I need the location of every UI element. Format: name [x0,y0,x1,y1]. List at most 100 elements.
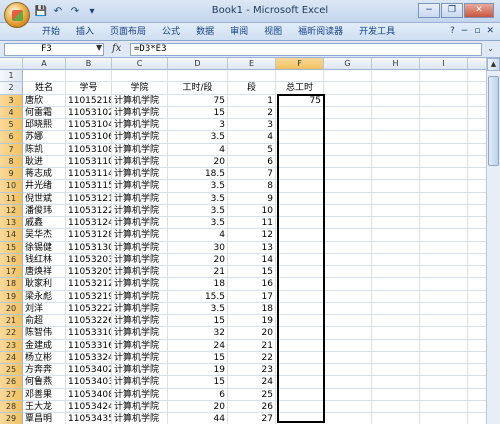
grid-cell-c13[interactable]: 计算机学院 [112,217,168,230]
grid-cell-f19[interactable] [276,290,324,303]
row-header[interactable]: 19 [0,290,23,303]
workbook-minimize-button[interactable]: − [461,26,469,36]
column-header-i[interactable]: I [420,58,468,70]
grid-cell-a19[interactable]: 梁永彪 [23,290,66,303]
tab-7[interactable]: 福昕阅读器 [290,26,351,39]
grid-cell-d2[interactable]: 工时/段 [168,82,228,95]
row-header[interactable]: 26 [0,376,23,389]
grid-cell-e29[interactable]: 27 [228,413,276,424]
grid-cell-i5[interactable] [420,119,468,132]
grid-cell-d24[interactable]: 15 [168,351,228,364]
row-header[interactable]: 28 [0,400,23,413]
formula-input[interactable]: =D3*E3 [130,43,482,56]
grid-cell-a27[interactable]: 邓善果 [23,388,66,401]
grid-cell-c29[interactable]: 计算机学院 [112,413,168,424]
grid-cell-g14[interactable] [324,229,372,242]
row-header[interactable]: 4 [0,106,23,119]
grid-cell-f7[interactable] [276,143,324,156]
grid-cell-a9[interactable]: 蒋志成 [23,168,66,181]
grid-cell-d8[interactable]: 20 [168,155,228,168]
grid-cell-f12[interactable] [276,204,324,217]
grid-cell-f9[interactable] [276,168,324,181]
grid-cell-d11[interactable]: 3.5 [168,192,228,205]
tab-3[interactable]: 公式 [154,26,188,39]
grid-cell-h14[interactable] [372,229,420,242]
grid-cell-c14[interactable]: 计算机学院 [112,229,168,242]
grid-cell-g4[interactable] [324,106,372,119]
grid-cell-g13[interactable] [324,217,372,230]
grid-cell-h6[interactable] [372,131,420,144]
grid-cell-a28[interactable]: 王大龙 [23,400,66,413]
grid-cell-f20[interactable] [276,302,324,315]
grid-cell-e7[interactable]: 5 [228,143,276,156]
grid-cell-i4[interactable] [420,106,468,119]
grid-cell-a12[interactable]: 潘俊玮 [23,204,66,217]
scroll-thumb[interactable] [488,76,499,166]
grid-cell-i17[interactable] [420,266,468,279]
grid-cell-i29[interactable] [420,413,468,424]
grid-cell-c4[interactable]: 计算机学院 [112,106,168,119]
grid-cell-g26[interactable] [324,376,372,389]
column-header-f[interactable]: F [276,58,324,70]
grid-cell-b22[interactable]: 11053310 [66,327,112,340]
grid-cell-i16[interactable] [420,253,468,266]
grid-cell-f6[interactable] [276,131,324,144]
grid-cell-h8[interactable] [372,155,420,168]
grid-cell-a13[interactable]: 戚鑫 [23,217,66,230]
grid-cell-a2[interactable]: 姓名 [23,82,66,95]
grid-cell-g28[interactable] [324,400,372,413]
grid-cell-g24[interactable] [324,351,372,364]
grid-cell-g17[interactable] [324,266,372,279]
grid-cell-c10[interactable]: 计算机学院 [112,180,168,193]
grid-cell-e27[interactable]: 25 [228,388,276,401]
grid-cell-a3[interactable]: 唐欣 [23,94,66,107]
grid-cell-b28[interactable]: 11053424 [66,400,112,413]
grid-cell-g3[interactable] [324,94,372,107]
row-header[interactable]: 1 [0,70,23,83]
grid-cell-c18[interactable]: 计算机学院 [112,278,168,291]
grid-cell-i7[interactable] [420,143,468,156]
grid-cell-e11[interactable]: 9 [228,192,276,205]
grid-cell-b27[interactable]: 11053408 [66,388,112,401]
grid-cell-e25[interactable]: 23 [228,364,276,377]
grid-cell-a17[interactable]: 唐焕祥 [23,266,66,279]
grid-cell-b12[interactable]: 11053122 [66,204,112,217]
grid-cell-b13[interactable]: 11053124 [66,217,112,230]
grid-cell-d18[interactable]: 18 [168,278,228,291]
grid-cell-b8[interactable]: 11053110 [66,155,112,168]
grid-cell-b6[interactable]: 11053106 [66,131,112,144]
grid-cell-c23[interactable]: 计算机学院 [112,339,168,352]
grid-cell-c28[interactable]: 计算机学院 [112,400,168,413]
grid-cell-g15[interactable] [324,241,372,254]
help-icon[interactable]: ? [450,26,455,36]
grid-cell-h2[interactable] [372,82,420,95]
grid-cell-a22[interactable]: 陈智伟 [23,327,66,340]
grid-cell-b29[interactable]: 11053435 [66,413,112,424]
grid-cell-f23[interactable] [276,339,324,352]
grid-cell-i9[interactable] [420,168,468,181]
grid-cell-h18[interactable] [372,278,420,291]
grid-cell-e12[interactable]: 10 [228,204,276,217]
row-header[interactable]: 10 [0,180,23,193]
grid-cell-d21[interactable]: 15 [168,315,228,328]
column-header-e[interactable]: E [228,58,276,70]
grid-cell-c20[interactable]: 计算机学院 [112,302,168,315]
grid-cell-h15[interactable] [372,241,420,254]
grid-cell-c5[interactable]: 计算机学院 [112,119,168,132]
row-header[interactable]: 15 [0,241,23,254]
undo-icon[interactable]: ↶ [51,5,65,19]
grid-cell-c16[interactable]: 计算机学院 [112,253,168,266]
grid-cell-a4[interactable]: 何雷霜 [23,106,66,119]
grid-cell-g8[interactable] [324,155,372,168]
grid-cell-g18[interactable] [324,278,372,291]
grid-cell-h11[interactable] [372,192,420,205]
grid-cell-f11[interactable] [276,192,324,205]
grid-cell-c6[interactable]: 计算机学院 [112,131,168,144]
grid-cell-d6[interactable]: 3.5 [168,131,228,144]
grid-cell-b26[interactable]: 11053403 [66,376,112,389]
grid-cell-f13[interactable] [276,217,324,230]
grid-cell-c8[interactable]: 计算机学院 [112,155,168,168]
chevron-down-icon[interactable]: ▼ [96,43,102,52]
grid-cell-c24[interactable]: 计算机学院 [112,351,168,364]
grid-cell-b14[interactable]: 11053128 [66,229,112,242]
